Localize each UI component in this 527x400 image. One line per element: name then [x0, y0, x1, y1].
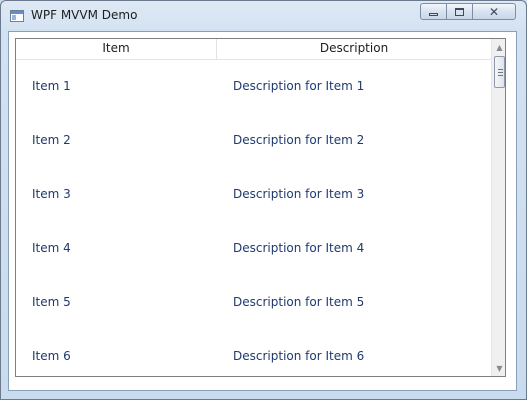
chevron-up-icon: ▲ [496, 42, 503, 52]
list-row[interactable]: Item 2 Description for Item 2 [16, 113, 491, 167]
main-window: WPF MVVM Demo ✕ Item Description Item 1 … [0, 0, 527, 400]
minimize-button[interactable] [420, 3, 446, 20]
list-row[interactable]: Item 6 Description for Item 6 [16, 329, 491, 376]
scroll-thumb[interactable] [494, 56, 505, 88]
close-button[interactable]: ✕ [472, 3, 516, 20]
chevron-down-icon: ▼ [496, 363, 503, 373]
client-area: Item Description Item 1 Description for … [8, 31, 517, 391]
list-header: Item Description [16, 39, 491, 60]
item-cell: Item 4 [32, 241, 71, 255]
item-cell: Item 3 [32, 187, 71, 201]
window-title: WPF MVVM Demo [31, 8, 138, 22]
description-cell: Description for Item 6 [233, 349, 365, 363]
close-icon: ✕ [488, 4, 500, 19]
list-row[interactable]: Item 4 Description for Item 4 [16, 221, 491, 275]
minimize-icon [429, 13, 438, 16]
grip-line [498, 72, 503, 73]
column-header-description[interactable]: Description [217, 39, 491, 59]
item-cell: Item 5 [32, 295, 71, 309]
grip-line [498, 75, 503, 76]
maximize-button[interactable] [446, 3, 472, 20]
item-cell: Item 6 [32, 349, 71, 363]
maximize-icon [455, 7, 464, 16]
description-cell: Description for Item 5 [233, 295, 365, 309]
scroll-down-button[interactable]: ▼ [492, 360, 505, 376]
description-cell: Description for Item 2 [233, 133, 365, 147]
list-row[interactable]: Item 5 Description for Item 5 [16, 275, 491, 329]
caption-buttons: ✕ [420, 3, 516, 21]
description-cell: Description for Item 3 [233, 187, 365, 201]
items-list-view[interactable]: Item Description Item 1 Description for … [15, 38, 506, 377]
list-row[interactable]: Item 1 Description for Item 1 [16, 59, 491, 113]
column-header-item[interactable]: Item [16, 39, 217, 59]
item-cell: Item 1 [32, 79, 71, 93]
scroll-up-button[interactable]: ▲ [492, 39, 505, 55]
grip-line [498, 69, 503, 70]
app-window-icon[interactable] [10, 10, 24, 22]
list-row[interactable]: Item 3 Description for Item 3 [16, 167, 491, 221]
list-rows: Item 1 Description for Item 1 Item 2 Des… [16, 59, 491, 376]
vertical-scrollbar[interactable]: ▲ ▼ [491, 39, 505, 376]
item-cell: Item 2 [32, 133, 71, 147]
title-bar[interactable]: WPF MVVM Demo ✕ [1, 1, 526, 31]
description-cell: Description for Item 1 [233, 79, 365, 93]
description-cell: Description for Item 4 [233, 241, 365, 255]
